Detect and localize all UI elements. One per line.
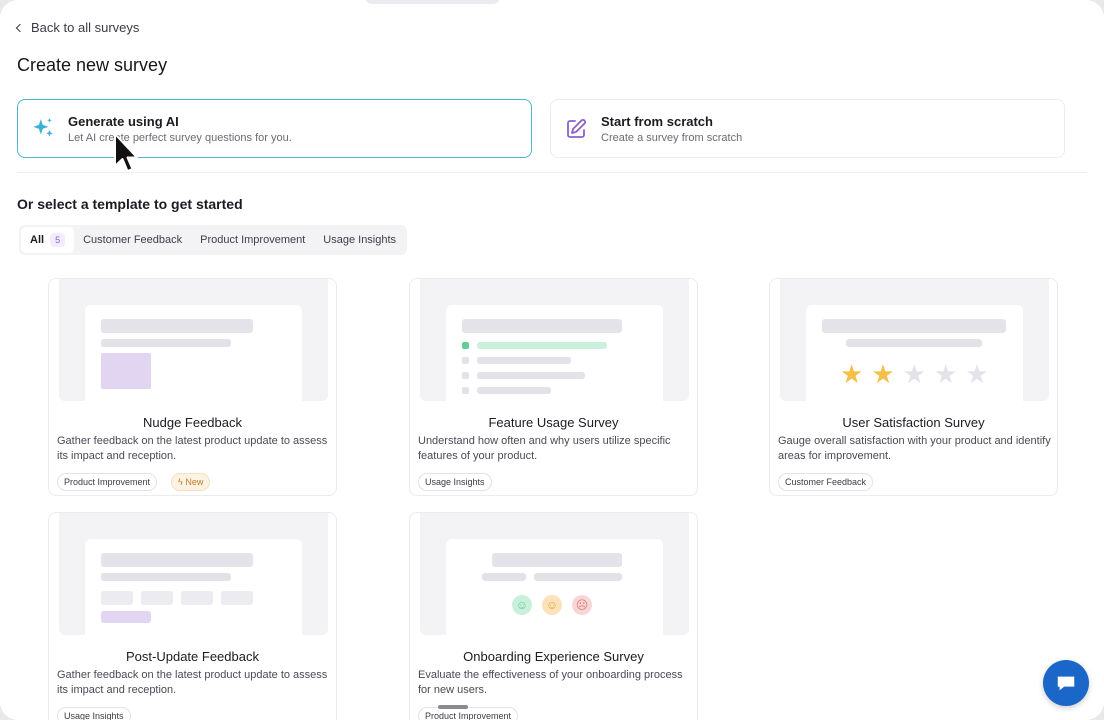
scratch-option-title: Start from scratch xyxy=(601,113,713,129)
chat-support-button[interactable] xyxy=(1043,660,1089,706)
preview-page: ☺ ☺ ☹ xyxy=(446,539,663,635)
star-empty-icon: ★ xyxy=(965,359,989,389)
preview-image-block xyxy=(101,353,151,389)
checked-checkbox-icon xyxy=(462,342,469,349)
template-card-feature-usage-survey[interactable]: Feature Usage Survey Understand how ofte… xyxy=(409,278,698,496)
star-empty-icon: ★ xyxy=(933,359,958,389)
section-divider xyxy=(17,172,1087,173)
edit-icon xyxy=(551,117,601,141)
category-tag: Product Improvement xyxy=(418,707,519,720)
scroll-grip[interactable] xyxy=(438,705,468,709)
tab-label: Customer Feedback xyxy=(83,234,183,246)
card-title: Onboarding Experience Survey xyxy=(463,649,644,664)
category-tag: Usage Insights xyxy=(57,707,131,720)
preview-page: ★ ★ ★ ★ ★ xyxy=(806,305,1023,401)
star-filled-icon: ★ xyxy=(840,359,864,389)
ai-option-subtitle: Let AI create perfect survey questions f… xyxy=(68,131,292,144)
card-title: Post-Update Feedback xyxy=(126,649,259,664)
tab-label: Product Improvement xyxy=(200,234,306,246)
generate-using-ai-option[interactable]: Generate using AI Let AI create perfect … xyxy=(17,99,532,158)
category-tag: Usage Insights xyxy=(418,473,492,491)
app-window: Back to all surveys Create new survey Ge… xyxy=(0,0,1104,720)
neutral-face-icon: ☺ xyxy=(542,595,562,615)
star-filled-icon: ★ xyxy=(871,359,895,389)
card-title: Feature Usage Survey xyxy=(488,415,619,430)
preview-page xyxy=(85,305,302,401)
window-notch xyxy=(365,0,500,4)
template-card-onboarding-experience-survey[interactable]: ☺ ☺ ☹ Onboarding Experience Survey Evalu… xyxy=(409,512,698,720)
card-description: Gauge overall satisfaction with your pro… xyxy=(778,435,1051,462)
templates-heading: Or select a template to get started xyxy=(17,196,243,212)
start-from-scratch-option[interactable]: Start from scratch Create a survey from … xyxy=(550,99,1065,158)
chevron-left-icon xyxy=(15,23,25,32)
card-description: Gather feedback on the latest product up… xyxy=(57,669,328,696)
back-link-label: Back to all surveys xyxy=(31,20,140,35)
preview-page xyxy=(446,305,663,401)
ai-option-title: Generate using AI xyxy=(68,113,179,129)
mouse-pointer-icon xyxy=(114,133,138,172)
template-card-user-satisfaction-survey[interactable]: ★ ★ ★ ★ ★ User Satisfaction Survey Gauge ove… xyxy=(769,278,1058,496)
template-filter-tabs: All 5 Customer Feedback Product Improvem… xyxy=(19,225,408,255)
template-preview: ★ ★ ★ ★ ★ xyxy=(780,279,1049,401)
preview-page xyxy=(85,539,302,635)
back-to-surveys-link[interactable]: Back to all surveys xyxy=(15,20,140,35)
template-preview xyxy=(420,279,689,401)
card-description: Gather feedback on the latest product up… xyxy=(57,435,328,462)
tab-label: Usage Insights xyxy=(323,234,397,246)
tab-product-improvement[interactable]: Product Improvement xyxy=(191,227,314,253)
category-tag: Product Improvement xyxy=(57,473,158,491)
template-preview xyxy=(59,513,328,635)
template-card-nudge-feedback[interactable]: Nudge Feedback Gather feedback on the la… xyxy=(48,278,337,496)
sparkles-icon xyxy=(18,116,68,142)
template-preview xyxy=(59,279,328,401)
tab-customer-feedback[interactable]: Customer Feedback xyxy=(74,227,191,253)
tab-all-count: 5 xyxy=(50,233,66,247)
happy-face-icon: ☺ xyxy=(512,595,532,615)
sad-face-icon: ☹ xyxy=(572,595,592,615)
lightning-icon: ϟ xyxy=(178,477,183,487)
tab-all-label: All xyxy=(30,234,45,246)
tab-usage-insights[interactable]: Usage Insights xyxy=(314,227,405,253)
card-title: User Satisfaction Survey xyxy=(842,415,985,430)
star-rating: ★ ★ ★ ★ ★ xyxy=(840,361,989,387)
tab-all[interactable]: All 5 xyxy=(21,227,75,253)
scratch-option-subtitle: Create a survey from scratch xyxy=(601,131,743,144)
template-card-post-update-feedback[interactable]: Post-Update Feedback Gather feedback on … xyxy=(48,512,337,720)
chat-bubble-icon xyxy=(1057,676,1075,691)
star-empty-icon: ★ xyxy=(902,359,926,389)
card-title: Nudge Feedback xyxy=(142,415,242,430)
new-badge: ϟ New xyxy=(171,473,211,491)
page-title: Create new survey xyxy=(17,55,168,75)
card-description: Understand how often and why users utili… xyxy=(418,435,671,462)
card-description: Evaluate the effectiveness of your onboa… xyxy=(418,669,683,696)
template-preview: ☺ ☺ ☹ xyxy=(420,513,689,635)
category-tag: Customer Feedback xyxy=(778,473,874,491)
